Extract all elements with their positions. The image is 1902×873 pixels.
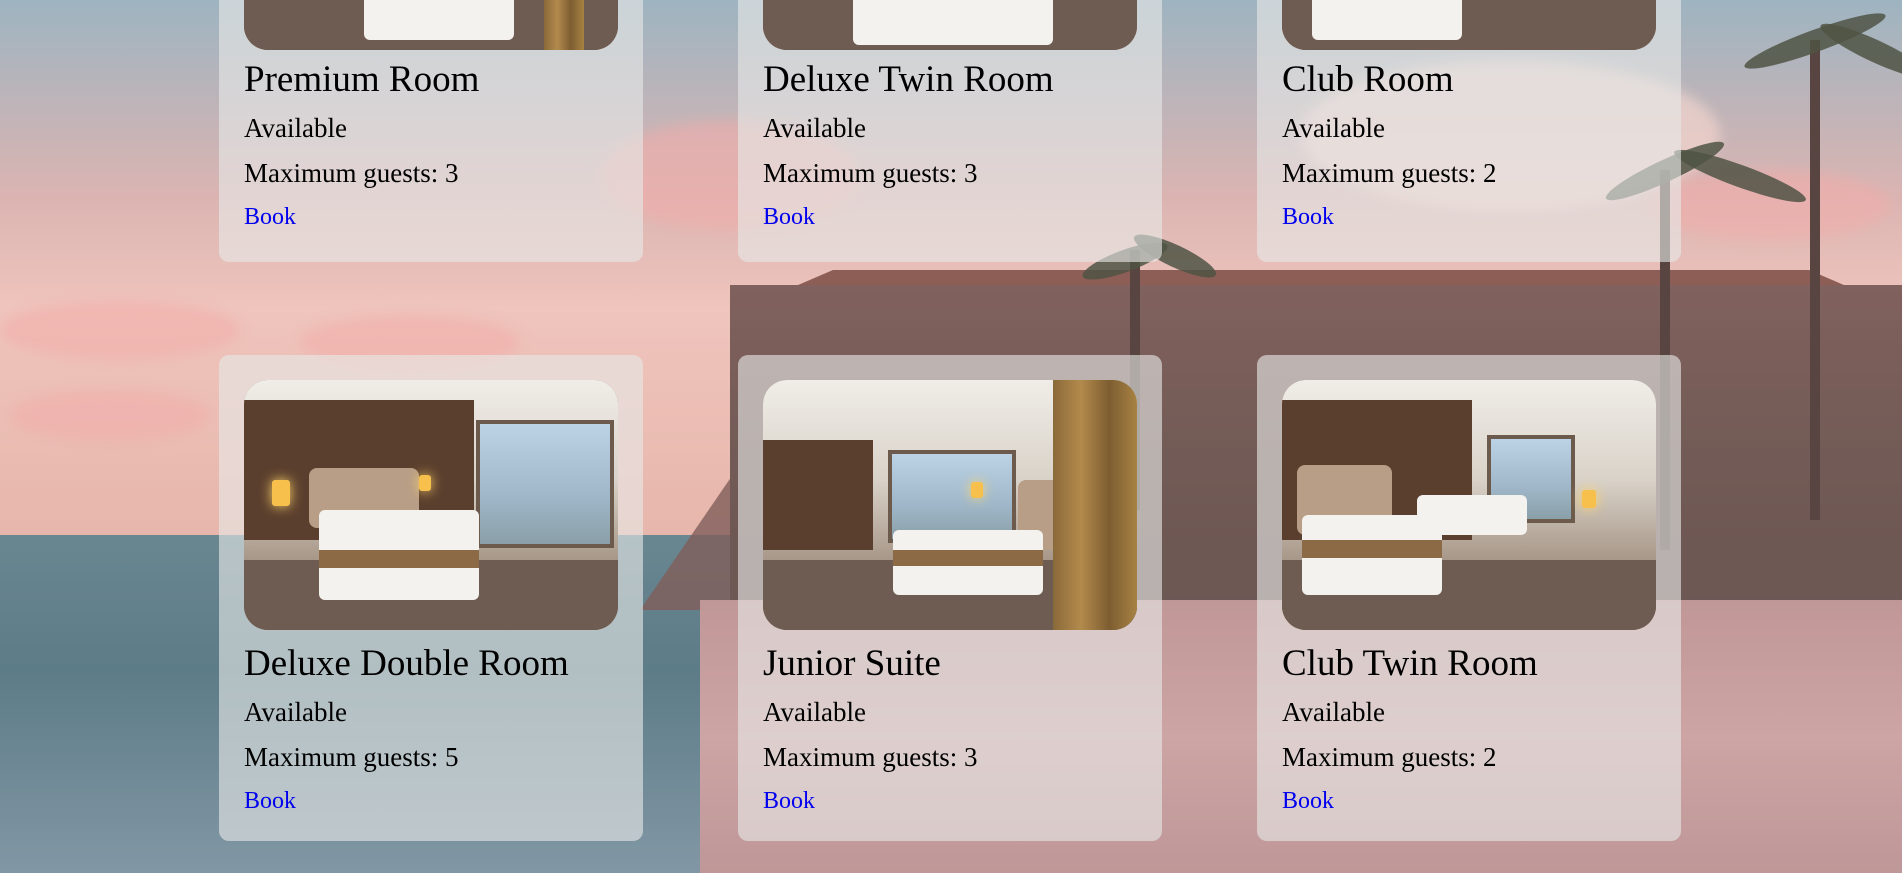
room-card: Club Room Available Maximum guests: 2 Bo…	[1257, 0, 1681, 262]
room-availability: Available	[763, 697, 866, 727]
room-photo	[763, 0, 1137, 50]
room-availability: Available	[1282, 697, 1385, 727]
room-name: Deluxe Twin Room	[763, 59, 1054, 100]
room-photo	[1282, 0, 1656, 50]
book-link[interactable]: Book	[244, 204, 296, 231]
room-photo	[244, 380, 618, 630]
room-photo	[1282, 380, 1656, 630]
room-max-guests: Maximum guests: 2	[1282, 742, 1497, 772]
room-max-guests: Maximum guests: 2	[1282, 158, 1497, 188]
room-name: Premium Room	[244, 59, 480, 100]
room-name: Deluxe Double Room	[244, 643, 569, 684]
room-photo	[244, 0, 618, 50]
room-availability: Available	[1282, 113, 1385, 143]
room-card: Club Twin Room Available Maximum guests:…	[1257, 355, 1681, 841]
room-availability: Available	[763, 113, 866, 143]
room-card: Deluxe Twin Room Available Maximum guest…	[738, 0, 1162, 262]
book-link[interactable]: Book	[763, 204, 815, 231]
room-name: Club Room	[1282, 59, 1454, 100]
room-card: Premium Room Available Maximum guests: 3…	[219, 0, 643, 262]
room-card: Deluxe Double Room Available Maximum gue…	[219, 355, 643, 841]
book-link[interactable]: Book	[1282, 788, 1334, 815]
room-name: Junior Suite	[763, 643, 941, 684]
book-link[interactable]: Book	[763, 788, 815, 815]
room-card: Junior Suite Available Maximum guests: 3…	[738, 355, 1162, 841]
room-name: Club Twin Room	[1282, 643, 1538, 684]
room-max-guests: Maximum guests: 3	[244, 158, 459, 188]
room-max-guests: Maximum guests: 3	[763, 742, 978, 772]
book-link[interactable]: Book	[1282, 204, 1334, 231]
room-max-guests: Maximum guests: 3	[763, 158, 978, 188]
book-link[interactable]: Book	[244, 788, 296, 815]
room-availability: Available	[244, 697, 347, 727]
room-photo	[763, 380, 1137, 630]
room-availability: Available	[244, 113, 347, 143]
room-max-guests: Maximum guests: 5	[244, 742, 459, 772]
